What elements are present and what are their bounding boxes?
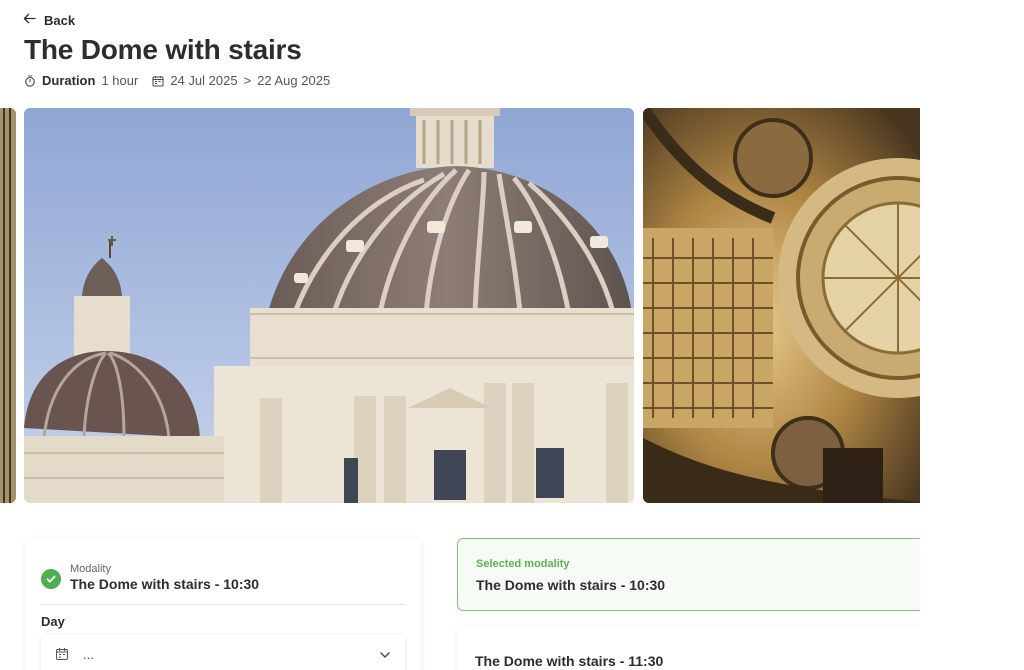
gallery-image-previous[interactable] [0, 108, 16, 503]
divider [41, 604, 405, 605]
selected-modality-value: The Dome with stairs - 10:30 [476, 577, 666, 593]
modality-label: Modality [70, 563, 111, 575]
day-select-value: ... [83, 646, 94, 662]
selected-modality-option[interactable]: Selected modality The Dome with stairs -… [457, 538, 937, 611]
date-separator: > [243, 73, 252, 88]
calendar-icon [55, 647, 69, 661]
page-margin [920, 500, 1024, 670]
day-select[interactable]: ... [41, 635, 405, 670]
photo-gallery[interactable] [0, 108, 920, 503]
selected-modality-label: Selected modality [476, 558, 570, 570]
arrow-left-icon [23, 12, 36, 28]
duration-label: Duration [42, 73, 96, 88]
back-button[interactable]: Back [23, 12, 75, 28]
chevron-down-icon [379, 648, 391, 660]
duration-value: 1 hour [101, 73, 139, 88]
modality-option[interactable]: The Dome with stairs - 11:30 [457, 626, 937, 670]
booking-card: Modality The Dome with stairs - 10:30 Da… [25, 538, 421, 670]
page-title: The Dome with stairs [24, 34, 302, 65]
date-to: 22 Aug 2025 [257, 73, 331, 88]
back-label: Back [44, 12, 76, 28]
modality-value: The Dome with stairs - 10:30 [70, 576, 260, 592]
calendar-icon [152, 75, 164, 87]
modality-option-label: The Dome with stairs - 11:30 [475, 653, 664, 669]
tour-meta: Duration 1 hour 24 Jul 2025 > 22 Aug 202… [24, 73, 330, 88]
stopwatch-icon [24, 74, 36, 87]
gallery-image-dome-exterior[interactable] [24, 108, 634, 503]
gallery-image-dome-interior[interactable] [643, 108, 920, 503]
check-circle-icon [41, 569, 61, 589]
date-from: 24 Jul 2025 [170, 73, 238, 88]
day-label: Day [41, 614, 65, 629]
